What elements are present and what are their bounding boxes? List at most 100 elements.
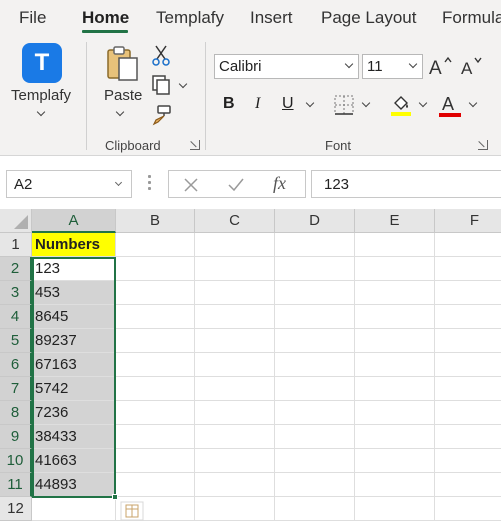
cell-d4[interactable] — [275, 305, 355, 329]
fx-icon[interactable]: fx — [273, 173, 286, 194]
cell-a10[interactable]: 41663 — [32, 449, 116, 473]
row-header-10[interactable]: 10 — [0, 449, 32, 473]
cell-f1[interactable] — [435, 233, 501, 257]
tab-insert[interactable]: Insert — [250, 8, 293, 28]
chevron-down-icon[interactable] — [305, 98, 315, 108]
cell-f3[interactable] — [435, 281, 501, 305]
borders-icon[interactable] — [333, 94, 355, 116]
chevron-down-icon[interactable] — [178, 79, 188, 89]
cell-a3[interactable]: 453 — [32, 281, 116, 305]
cancel-icon[interactable] — [183, 177, 199, 193]
cut-icon[interactable] — [150, 44, 172, 66]
cell-b11[interactable] — [116, 473, 195, 497]
column-header-d[interactable]: D — [275, 209, 355, 233]
row-header-4[interactable]: 4 — [0, 305, 32, 329]
cell-a12[interactable] — [32, 497, 116, 521]
cell-e8[interactable] — [355, 401, 435, 425]
row-header-5[interactable]: 5 — [0, 329, 32, 353]
column-header-f[interactable]: F — [435, 209, 501, 233]
cell-d10[interactable] — [275, 449, 355, 473]
cell-f10[interactable] — [435, 449, 501, 473]
cell-e4[interactable] — [355, 305, 435, 329]
enter-icon[interactable] — [227, 177, 245, 193]
cell-a5[interactable]: 89237 — [32, 329, 116, 353]
cell-b2[interactable] — [116, 257, 195, 281]
row-header-11[interactable]: 11 — [0, 473, 32, 497]
font-name-dropdown[interactable]: Calibri — [214, 54, 359, 79]
tab-home[interactable]: Home — [82, 8, 129, 28]
cell-d1[interactable] — [275, 233, 355, 257]
cell-a11[interactable]: 44893 — [32, 473, 116, 497]
cell-b3[interactable] — [116, 281, 195, 305]
cell-d3[interactable] — [275, 281, 355, 305]
cell-e11[interactable] — [355, 473, 435, 497]
cell-f7[interactable] — [435, 377, 501, 401]
cell-d9[interactable] — [275, 425, 355, 449]
cell-a6[interactable]: 67163 — [32, 353, 116, 377]
cell-e1[interactable] — [355, 233, 435, 257]
row-header-9[interactable]: 9 — [0, 425, 32, 449]
row-header-6[interactable]: 6 — [0, 353, 32, 377]
cell-c9[interactable] — [195, 425, 275, 449]
clipboard-dialog-launcher-icon[interactable] — [190, 140, 200, 150]
cell-a7[interactable]: 5742 — [32, 377, 116, 401]
chevron-down-icon[interactable] — [418, 98, 428, 108]
cell-e7[interactable] — [355, 377, 435, 401]
column-header-c[interactable]: C — [195, 209, 275, 233]
cell-b8[interactable] — [116, 401, 195, 425]
chevron-down-icon[interactable] — [361, 98, 371, 108]
tab-file[interactable]: File — [19, 8, 46, 28]
cell-d8[interactable] — [275, 401, 355, 425]
cell-e3[interactable] — [355, 281, 435, 305]
fill-color-icon[interactable] — [389, 93, 413, 117]
font-dialog-launcher-icon[interactable] — [478, 140, 488, 150]
cell-e10[interactable] — [355, 449, 435, 473]
underline-button[interactable]: U — [282, 95, 294, 113]
cell-c2[interactable] — [195, 257, 275, 281]
cell-c8[interactable] — [195, 401, 275, 425]
formula-bar-grip-icon[interactable] — [148, 175, 151, 193]
cell-e5[interactable] — [355, 329, 435, 353]
cell-f6[interactable] — [435, 353, 501, 377]
cell-a1[interactable]: Numbers — [32, 233, 116, 257]
cell-f11[interactable] — [435, 473, 501, 497]
column-header-a[interactable]: A — [32, 209, 116, 233]
formula-input[interactable]: 123 — [311, 170, 501, 198]
row-header-2[interactable]: 2 — [0, 257, 32, 281]
quick-analysis-icon[interactable] — [120, 501, 144, 521]
tab-page-layout[interactable]: Page Layout — [321, 8, 416, 28]
column-header-e[interactable]: E — [355, 209, 435, 233]
cell-f2[interactable] — [435, 257, 501, 281]
cell-d12[interactable] — [275, 497, 355, 521]
cell-b9[interactable] — [116, 425, 195, 449]
font-size-dropdown[interactable]: 11 — [362, 54, 423, 79]
cell-b5[interactable] — [116, 329, 195, 353]
cell-c1[interactable] — [195, 233, 275, 257]
chevron-down-icon[interactable] — [468, 98, 478, 108]
row-header-12[interactable]: 12 — [0, 497, 32, 521]
increase-font-icon[interactable]: A — [428, 54, 454, 78]
select-all-button[interactable] — [0, 209, 32, 233]
cell-f8[interactable] — [435, 401, 501, 425]
cell-f12[interactable] — [435, 497, 501, 521]
cell-f5[interactable] — [435, 329, 501, 353]
fill-handle[interactable] — [112, 494, 118, 500]
cell-b4[interactable] — [116, 305, 195, 329]
italic-button[interactable]: I — [255, 95, 260, 113]
cell-c11[interactable] — [195, 473, 275, 497]
name-box[interactable]: A2 — [6, 170, 132, 198]
cell-c5[interactable] — [195, 329, 275, 353]
row-header-7[interactable]: 7 — [0, 377, 32, 401]
cell-c10[interactable] — [195, 449, 275, 473]
cell-b7[interactable] — [116, 377, 195, 401]
column-header-b[interactable]: B — [116, 209, 195, 233]
cell-a8[interactable]: 7236 — [32, 401, 116, 425]
cell-d2[interactable] — [275, 257, 355, 281]
cell-d11[interactable] — [275, 473, 355, 497]
cell-d5[interactable] — [275, 329, 355, 353]
bold-button[interactable]: B — [223, 95, 235, 113]
cell-e2[interactable] — [355, 257, 435, 281]
format-painter-icon[interactable] — [150, 104, 172, 126]
cell-e12[interactable] — [355, 497, 435, 521]
row-header-8[interactable]: 8 — [0, 401, 32, 425]
